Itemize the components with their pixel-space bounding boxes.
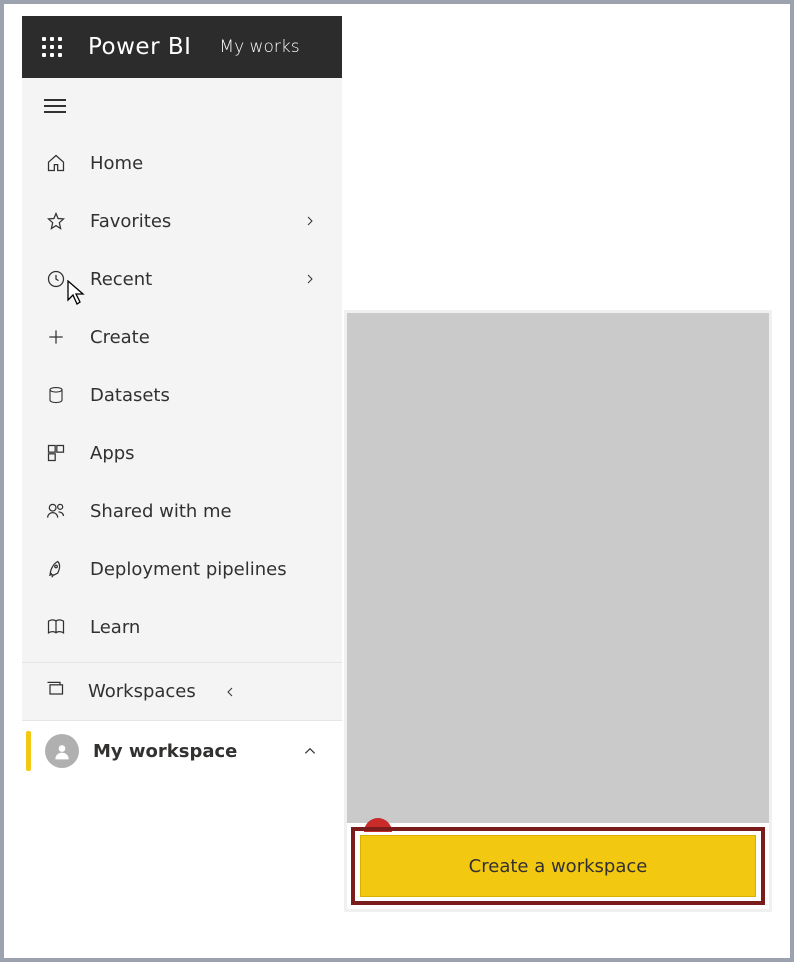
sidebar-item-datasets[interactable]: Datasets bbox=[22, 366, 342, 424]
sidebar-item-apps[interactable]: Apps bbox=[22, 424, 342, 482]
sidebar: Home Favorites Recent Create bbox=[22, 78, 342, 781]
sidebar-item-create[interactable]: Create bbox=[22, 308, 342, 366]
sidebar-item-label: Home bbox=[90, 153, 322, 174]
sidebar-item-label: My workspace bbox=[93, 741, 284, 762]
avatar bbox=[45, 734, 79, 768]
plus-icon bbox=[44, 327, 68, 347]
workspaces-icon bbox=[44, 679, 66, 704]
breadcrumb[interactable]: My works bbox=[219, 37, 299, 57]
active-indicator bbox=[26, 731, 31, 771]
sidebar-item-my-workspace[interactable]: My workspace bbox=[22, 721, 342, 781]
hamburger-icon bbox=[44, 99, 66, 113]
app-frame: Power BI My works Home Favorites bbox=[0, 0, 794, 962]
sidebar-item-label: Workspaces bbox=[88, 681, 196, 702]
chevron-left-icon bbox=[218, 686, 242, 698]
chevron-right-icon bbox=[298, 215, 322, 227]
sidebar-item-home[interactable]: Home bbox=[22, 134, 342, 192]
sidebar-item-label: Favorites bbox=[90, 211, 276, 232]
people-icon bbox=[44, 501, 68, 521]
sidebar-item-recent[interactable]: Recent bbox=[22, 250, 342, 308]
sidebar-item-shared[interactable]: Shared with me bbox=[22, 482, 342, 540]
rocket-icon bbox=[44, 559, 68, 579]
waffle-icon bbox=[42, 37, 62, 57]
sidebar-item-label: Learn bbox=[90, 617, 322, 638]
clock-icon bbox=[44, 269, 68, 289]
chevron-up-icon bbox=[298, 744, 322, 758]
sidebar-item-favorites[interactable]: Favorites bbox=[22, 192, 342, 250]
flyout-footer: Create a workspace bbox=[347, 823, 769, 909]
book-icon bbox=[44, 617, 68, 637]
sidebar-item-label: Apps bbox=[90, 443, 322, 464]
button-label: Create a workspace bbox=[469, 856, 648, 877]
create-workspace-button[interactable]: Create a workspace bbox=[360, 835, 756, 897]
sidebar-item-learn[interactable]: Learn bbox=[22, 598, 342, 656]
chevron-right-icon bbox=[298, 273, 322, 285]
collapse-nav-button[interactable] bbox=[22, 78, 342, 134]
apps-icon bbox=[44, 443, 68, 463]
sidebar-item-label: Recent bbox=[90, 269, 276, 290]
home-icon bbox=[44, 153, 68, 173]
top-header: Power BI My works bbox=[22, 16, 342, 78]
star-icon bbox=[44, 211, 68, 231]
sidebar-item-deployment-pipelines[interactable]: Deployment pipelines bbox=[22, 540, 342, 598]
workspaces-flyout: Create a workspace bbox=[344, 310, 772, 912]
sidebar-item-workspaces[interactable]: Workspaces bbox=[22, 663, 342, 721]
sidebar-item-label: Datasets bbox=[90, 385, 322, 406]
sidebar-item-label: Deployment pipelines bbox=[90, 559, 322, 580]
sidebar-item-label: Shared with me bbox=[90, 501, 322, 522]
app-launcher-button[interactable] bbox=[22, 16, 82, 78]
database-icon bbox=[44, 385, 68, 405]
brand-title: Power BI bbox=[88, 34, 191, 60]
annotation-highlight: Create a workspace bbox=[351, 827, 765, 905]
sidebar-item-label: Create bbox=[90, 327, 322, 348]
